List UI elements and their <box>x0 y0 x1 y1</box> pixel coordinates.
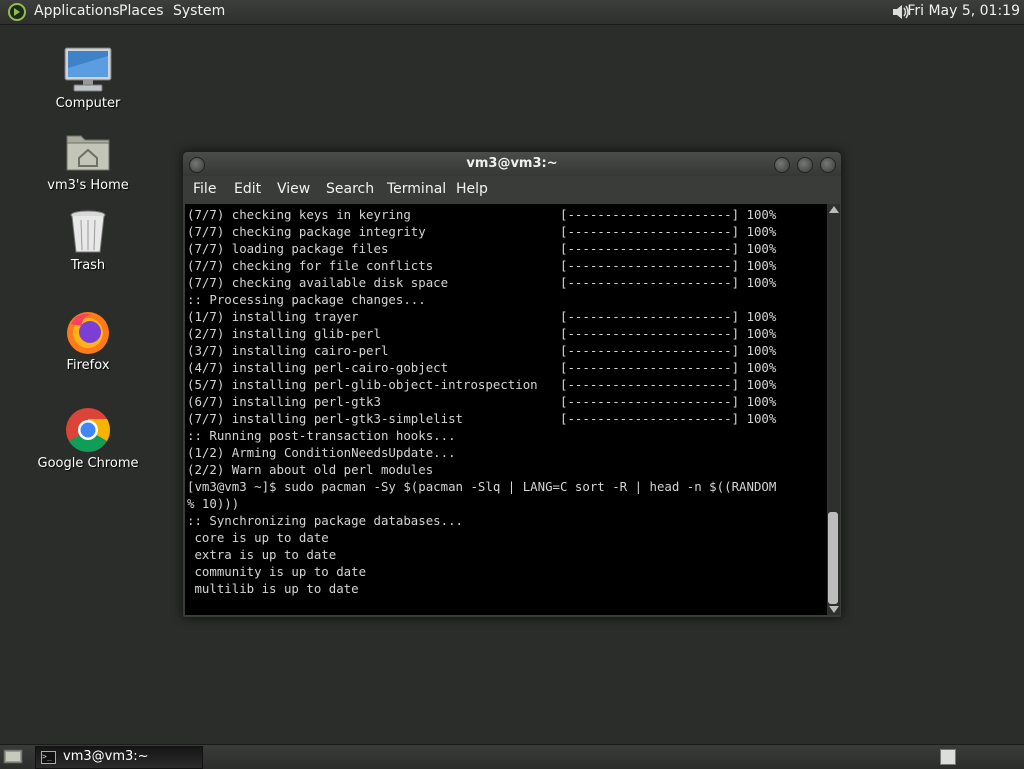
menu-file[interactable]: File <box>193 181 216 197</box>
terminal-line: (6/7) installing perl-gtk3 [------------… <box>187 394 777 409</box>
terminal-line: community is up to date <box>187 564 367 579</box>
bottom-panel: >_ vm3@vm3:~ <box>0 744 1024 769</box>
menu-view[interactable]: View <box>277 181 310 197</box>
terminal-line: (3/7) installing cairo-perl [-----------… <box>187 343 777 358</box>
terminal-line: (4/7) installing perl-cairo-gobject [---… <box>187 360 777 375</box>
taskbar-label: vm3@vm3:~ <box>63 749 149 764</box>
system-menu[interactable]: System <box>173 3 225 19</box>
terminal-line: (2/2) Warn about old perl modules <box>187 462 434 477</box>
close-button[interactable] <box>820 157 836 173</box>
terminal-line: (7/7) installing perl-gtk3-simplelist [-… <box>187 411 777 426</box>
terminal-line: [vm3@vm3 ~]$ sudo pacman -Sy $(pacman -S… <box>187 479 777 494</box>
terminal-output[interactable]: (7/7) checking keys in keyring [--------… <box>185 204 827 615</box>
terminal-line: (1/2) Arming ConditionNeedsUpdate... <box>187 445 456 460</box>
desktop-icon-chrome[interactable]: Google Chrome <box>28 406 148 471</box>
terminal-line: (2/7) installing glib-perl [------------… <box>187 326 777 341</box>
terminal-icon: >_ <box>41 751 56 764</box>
top-panel: Applications Places System Fri May 5, 01… <box>0 0 1024 25</box>
desktop-icon-label: Trash <box>70 258 106 273</box>
terminal-line: :: Running post-transaction hooks... <box>187 428 456 443</box>
clock[interactable]: Fri May 5, 01:19 <box>907 3 1020 19</box>
terminal-line: % 10))) <box>187 496 240 511</box>
desktop-icon-computer[interactable]: Computer <box>28 46 148 111</box>
window-titlebar[interactable]: vm3@vm3:~ <box>183 152 841 176</box>
scrollbar-thumb[interactable] <box>828 512 838 604</box>
applications-logo-icon[interactable] <box>7 2 27 22</box>
trash-icon <box>70 210 106 253</box>
desktop-icon-label: Firefox <box>66 358 110 373</box>
terminal-line: (7/7) checking for file conflicts [-----… <box>187 258 777 273</box>
desktop-icon-label: Google Chrome <box>37 456 139 471</box>
places-menu[interactable]: Places <box>119 3 164 19</box>
firefox-icon <box>67 312 109 354</box>
scroll-up-icon[interactable] <box>829 206 839 213</box>
show-desktop-icon[interactable] <box>3 747 23 765</box>
minimize-button[interactable] <box>774 157 790 173</box>
terminal-line: (7/7) loading package files [-----------… <box>187 241 777 256</box>
terminal-line: (5/7) installing perl-glib-object-intros… <box>187 377 777 392</box>
desktop-icon-label: Computer <box>55 96 121 111</box>
terminal-line: (7/7) checking package integrity [------… <box>187 224 777 239</box>
menu-search[interactable]: Search <box>326 181 374 197</box>
applications-menu[interactable]: Applications <box>34 3 120 19</box>
workspace-switcher[interactable] <box>940 749 956 765</box>
taskbar-terminal-button[interactable]: >_ vm3@vm3:~ <box>35 746 203 769</box>
desktop-icon-label: vm3's Home <box>47 178 129 193</box>
terminal-line: multilib is up to date <box>187 581 359 596</box>
window-menubar: File Edit View Search Terminal Help <box>183 176 841 204</box>
menu-edit[interactable]: Edit <box>234 181 261 197</box>
home-folder-icon <box>66 135 110 171</box>
computer-icon <box>64 47 112 92</box>
terminal-line: :: Processing package changes... <box>187 292 426 307</box>
maximize-button[interactable] <box>797 157 813 173</box>
terminal-window[interactable]: vm3@vm3:~ File Edit View Search Terminal… <box>182 151 842 618</box>
terminal-line: (7/7) checking keys in keyring [--------… <box>187 207 777 222</box>
terminal-line: :: Synchronizing package databases... <box>187 513 464 528</box>
menu-terminal[interactable]: Terminal <box>387 181 446 197</box>
window-title: vm3@vm3:~ <box>466 156 558 171</box>
chrome-icon <box>66 408 110 452</box>
terminal-line: (1/7) installing trayer [---------------… <box>187 309 777 324</box>
terminal-line: (7/7) checking available disk space [---… <box>187 275 777 290</box>
terminal-scrollbar[interactable] <box>827 204 840 615</box>
menu-help[interactable]: Help <box>456 181 488 197</box>
scroll-down-icon[interactable] <box>829 606 839 613</box>
desktop-icon-home[interactable]: vm3's Home <box>28 128 148 193</box>
desktop-icon-firefox[interactable]: Firefox <box>28 308 148 373</box>
terminal-line: extra is up to date <box>187 547 337 562</box>
desktop-icon-trash[interactable]: Trash <box>28 208 148 273</box>
terminal-line: core is up to date <box>187 530 329 545</box>
